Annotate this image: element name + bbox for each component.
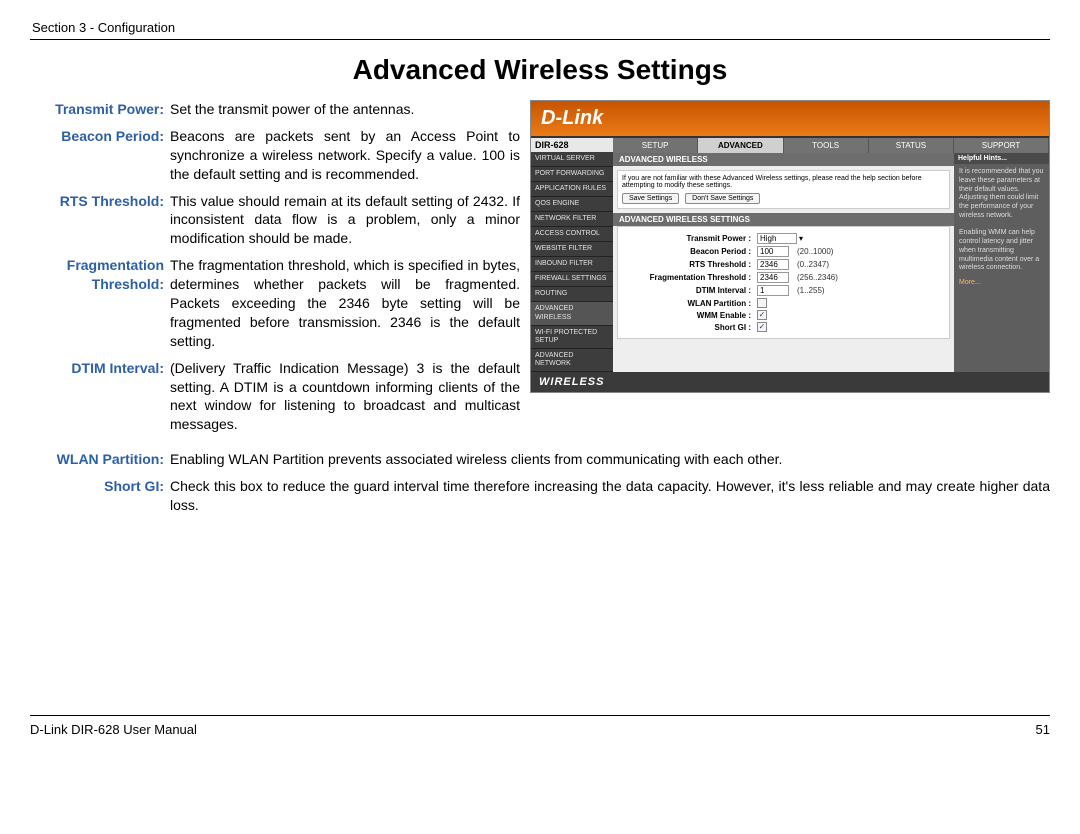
transmit-select[interactable]: High [757,233,797,244]
tab-support[interactable]: SUPPORT [954,138,1049,153]
panel-heading: ADVANCED WIRELESS [613,153,954,166]
router-screenshot: D-Link DIR-628 VIRTUAL SERVER PORT FORWA… [530,100,1050,393]
dtim-label: DTIM Interval : [622,286,757,295]
panel-note: If you are not familiar with these Advan… [617,170,950,209]
tab-tools[interactable]: TOOLS [784,138,869,153]
def-text-transmit: Set the transmit power of the antennas. [170,100,520,119]
definitions-column: Transmit Power:Set the transmit power of… [30,100,520,442]
def-text-rts: This value should remain at its default … [170,192,520,249]
sidebar-item[interactable]: ACCESS CONTROL [531,227,613,242]
sidebar-item[interactable]: QOS ENGINE [531,197,613,212]
wmm-checkbox[interactable]: ✓ [757,310,767,320]
wmm-label: WMM Enable : [622,311,757,320]
dont-save-button[interactable]: Don't Save Settings [685,193,760,204]
settings-form: Transmit Power :High▾ Beacon Period :100… [617,226,950,339]
wlan-label: WLAN Partition : [622,299,757,308]
chevron-down-icon[interactable]: ▾ [799,234,803,243]
model-label: DIR-628 [531,138,613,152]
def-label-dtim: DTIM Interval: [30,359,170,435]
sidebar: DIR-628 VIRTUAL SERVER PORT FORWARDING A… [531,138,613,372]
def-label-short: Short GI: [30,477,170,515]
brand-logo: D-Link [531,101,1049,138]
tab-status[interactable]: STATUS [869,138,954,153]
rts-label: RTS Threshold : [622,260,757,269]
save-button[interactable]: Save Settings [622,193,679,204]
frag-input[interactable]: 2346 [757,272,789,283]
more-link[interactable]: More... [959,279,1044,288]
def-label-wlan: WLAN Partition: [30,450,170,469]
sidebar-item[interactable]: FIREWALL SETTINGS [531,272,613,287]
def-text-dtim: (Delivery Traffic Indication Message) 3 … [170,359,520,435]
dtim-input[interactable]: 1 [757,285,789,296]
note-text: If you are not familiar with these Advan… [622,175,922,189]
hints-panel: SUPPORT Helpful Hints... It is recommend… [954,138,1049,372]
frag-label: Fragmentation Threshold : [622,273,757,282]
beacon-input[interactable]: 100 [757,246,789,257]
def-label-frag: Fragmentation Threshold: [30,256,170,350]
page-title: Advanced Wireless Settings [30,54,1050,86]
def-label-transmit: Transmit Power: [30,100,170,119]
sidebar-item[interactable]: WEBSITE FILTER [531,242,613,257]
sidebar-item[interactable]: NETWORK FILTER [531,212,613,227]
beacon-label: Beacon Period : [622,247,757,256]
sidebar-item[interactable]: INBOUND FILTER [531,257,613,272]
frag-range: (256..2346) [797,273,838,282]
sidebar-item[interactable]: ADVANCED NETWORK [531,349,613,372]
def-text-short: Check this box to reduce the guard inter… [170,477,1050,515]
tab-setup[interactable]: SETUP [613,138,698,153]
transmit-label: Transmit Power : [622,234,757,243]
def-text-beacon: Beacons are packets sent by an Access Po… [170,127,520,184]
top-tabs: SETUP ADVANCED TOOLS STATUS [613,138,954,153]
shortgi-checkbox[interactable]: ✓ [757,322,767,332]
hints-text-2: Enabling WMM can help control latency an… [959,229,1039,271]
def-label-beacon: Beacon Period: [30,127,170,184]
sidebar-item[interactable]: PORT FORWARDING [531,167,613,182]
sidebar-item[interactable]: APPLICATION RULES [531,182,613,197]
sidebar-item[interactable]: WI-FI PROTECTED SETUP [531,326,613,349]
def-text-frag: The fragmentation threshold, which is sp… [170,256,520,350]
sidebar-item-active[interactable]: ADVANCED WIRELESS [531,302,613,325]
hints-text-1: It is recommended that you leave these p… [959,168,1043,219]
hints-header: Helpful Hints... [954,153,1049,164]
def-label-rts: RTS Threshold: [30,192,170,249]
rts-range: (0..2347) [797,260,829,269]
beacon-range: (20..1000) [797,247,833,256]
tab-advanced[interactable]: ADVANCED [698,138,783,153]
dtim-range: (1..255) [797,286,825,295]
form-heading: ADVANCED WIRELESS SETTINGS [613,213,954,226]
section-header: Section 3 - Configuration [32,20,1050,35]
footer-left: D-Link DIR-628 User Manual [30,722,197,737]
rts-input[interactable]: 2346 [757,259,789,270]
sidebar-item[interactable]: ROUTING [531,287,613,302]
screenshot-footer: WIRELESS [531,372,1049,392]
wlan-checkbox[interactable] [757,298,767,308]
page-number: 51 [1036,722,1050,737]
short-label: Short GI : [622,323,757,332]
def-text-wlan: Enabling WLAN Partition prevents associa… [170,450,1050,469]
sidebar-item[interactable]: VIRTUAL SERVER [531,152,613,167]
